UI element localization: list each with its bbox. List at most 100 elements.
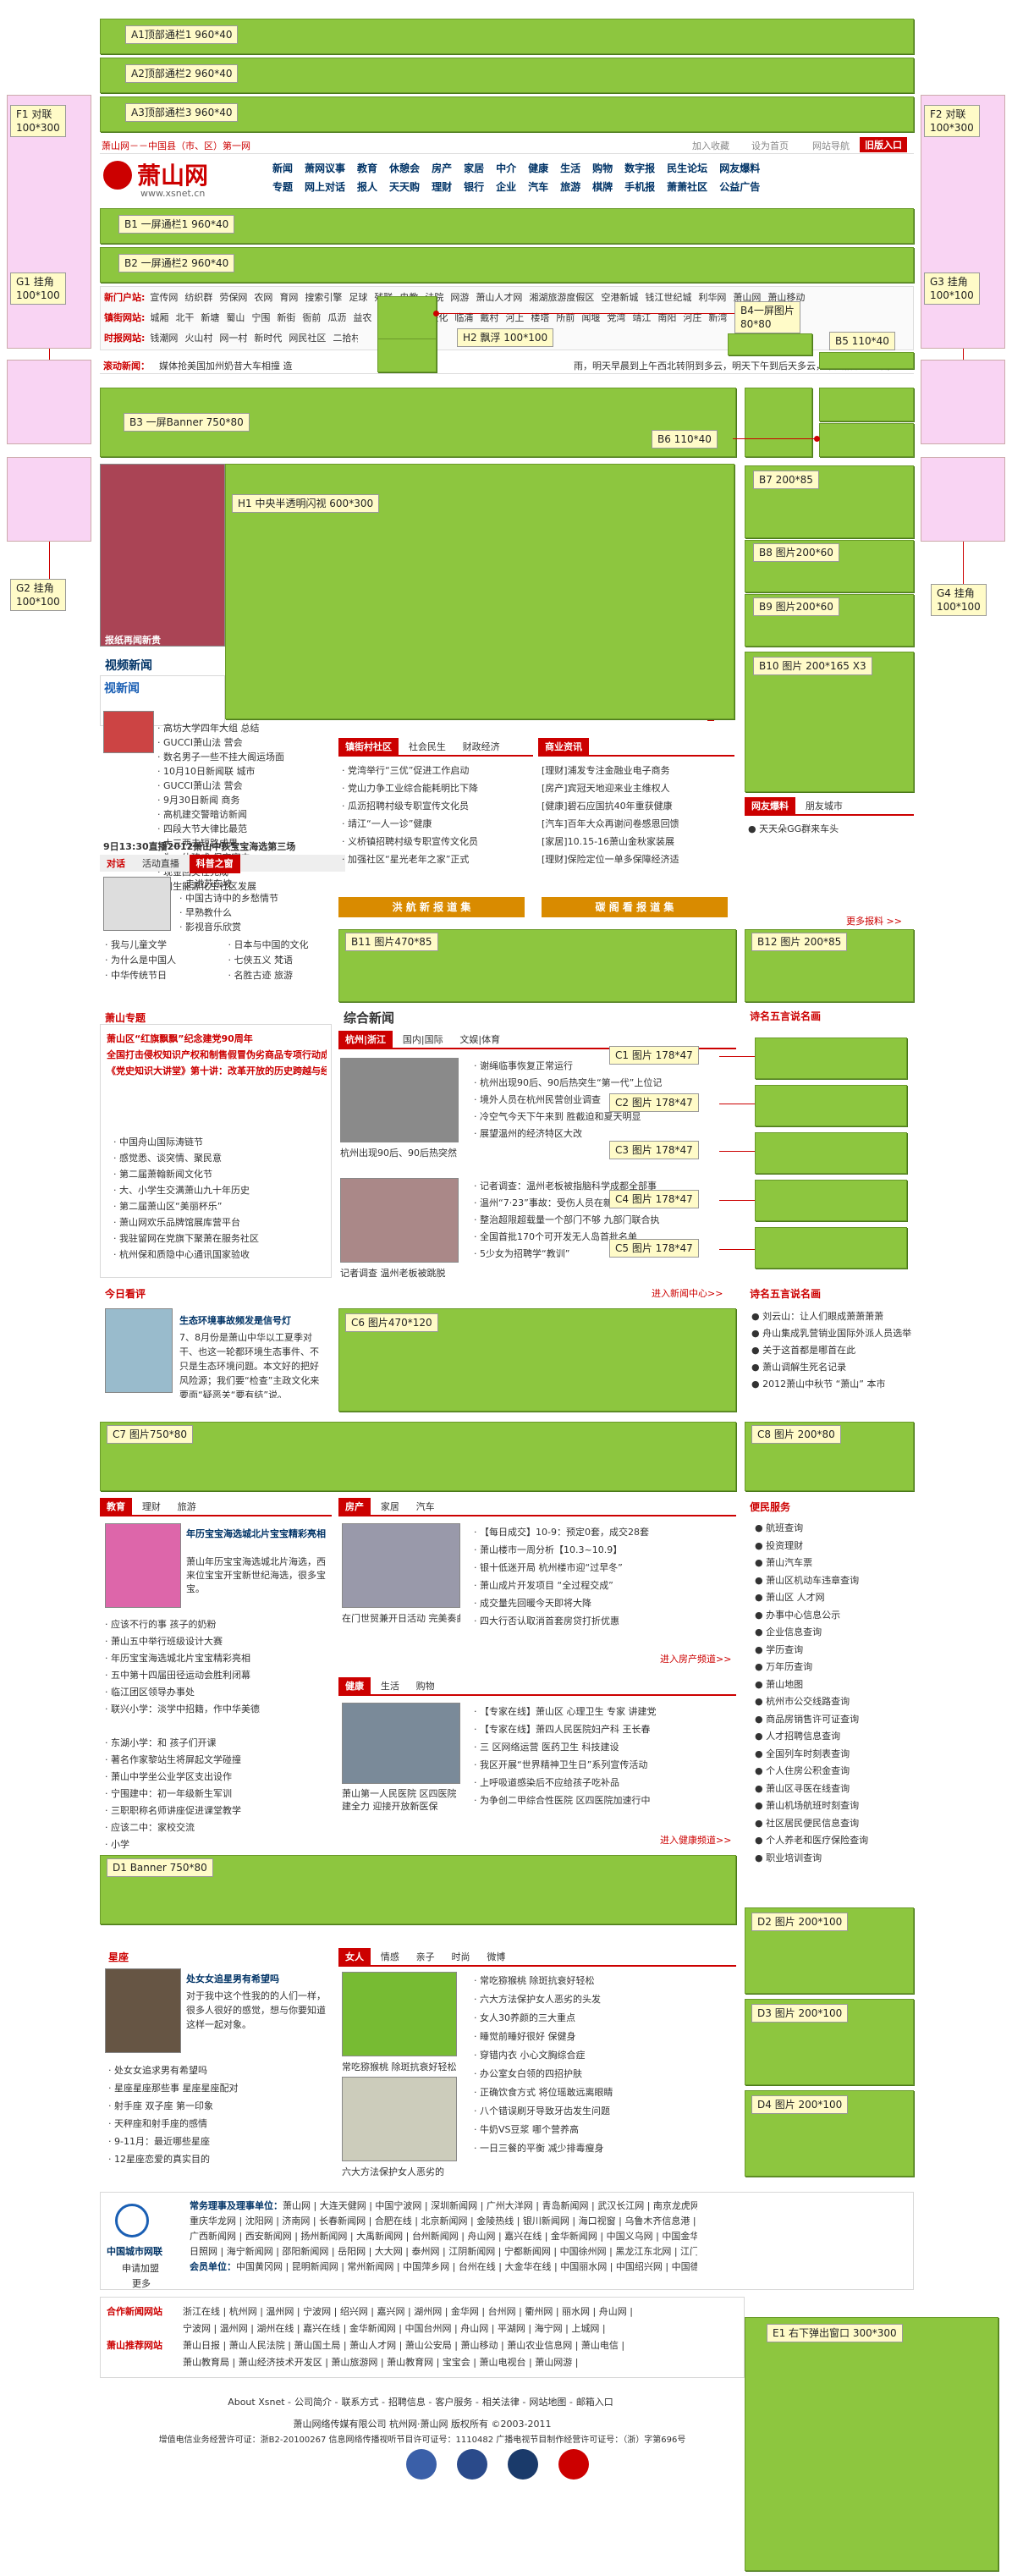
friend-link[interactable]: 日照网 |	[190, 2246, 227, 2257]
service-item[interactable]: ● 职业培训查询	[755, 1850, 916, 1868]
misc-item[interactable]: · 七侠五义 梵语	[228, 953, 343, 968]
service-item[interactable]: ● 萧山区 人才网	[755, 1589, 916, 1607]
service-item[interactable]: ● 个人养老和医疗保险查询	[755, 1832, 916, 1850]
ad-c3[interactable]	[755, 1132, 907, 1174]
friend-link[interactable]: 中国萍乡网 |	[403, 2261, 459, 2272]
health-item[interactable]: · 我区开展“世界精神卫生日”系列宣传活动	[474, 1756, 733, 1774]
hot-bar-link[interactable]: 搜索引擎	[305, 292, 342, 303]
friend-link[interactable]: 大大网 |	[375, 2246, 412, 2257]
estate-item[interactable]: · 【每日成交】10-9：预定0套，成交28套	[474, 1523, 733, 1541]
partner-link[interactable]: 舟山网 |	[599, 2306, 633, 2317]
women-item[interactable]: · 穿错内衣 小心文胸综合症	[474, 2046, 736, 2065]
partner-link[interactable]: 舟山网 |	[460, 2323, 498, 2334]
women-item[interactable]: · 六大方法保护女人恶劣的头发	[474, 1990, 736, 2009]
partner-link[interactable]: 萧山日报 |	[183, 2340, 229, 2351]
logo[interactable]: 萧山网 www.xsnet.cn	[103, 157, 256, 200]
women-item[interactable]: · 女人30养颜的三大重点	[474, 2009, 736, 2028]
nav-item[interactable]: 数字报	[624, 162, 655, 174]
nav-item[interactable]: 专题	[272, 181, 293, 193]
footer-link[interactable]: 网站地图 -	[529, 2397, 572, 2408]
nav-item[interactable]: 旅游	[560, 181, 580, 193]
edu-item[interactable]: · 年历宝宝海选城北片宝宝精彩亮相	[105, 1650, 330, 1667]
city-net-more[interactable]: 更多	[132, 2276, 151, 2290]
star-item[interactable]: · 星座星座那些事 星座星座配对	[108, 2079, 330, 2097]
partner-link[interactable]: 湖州在线 |	[256, 2323, 303, 2334]
corner-left-bottom[interactable]	[7, 457, 91, 542]
star-photo[interactable]	[105, 1968, 181, 2053]
chat-item[interactable]: · 早熟教什么	[179, 905, 340, 920]
partner-link[interactable]: 绍兴网 |	[340, 2306, 377, 2317]
friend-link[interactable]: 中国宁波网 |	[375, 2200, 431, 2211]
old-version-button[interactable]: 旧版入口	[860, 137, 907, 152]
partner-link[interactable]: 萧山经济技术开发区 |	[239, 2357, 332, 2368]
friend-link[interactable]: 长春新闻网 |	[319, 2215, 375, 2226]
topic-item[interactable]: · 萧山网欢乐品牌馆展库营平台	[113, 1214, 325, 1230]
nav-item[interactable]: 手机报	[624, 181, 655, 193]
hot-bar-link[interactable]: 足球	[349, 292, 367, 303]
topic-lead-item[interactable]: 全国打击侵权知识产权和制售假冒伪劣商品专项行动成果展	[107, 1047, 327, 1063]
video-news-item[interactable]: · 高机建交警暗访新闻	[157, 807, 335, 822]
edu-item[interactable]: · 应该不行的事 孩子的奶粉	[105, 1616, 330, 1633]
star-item[interactable]: · 射手座 双子座 第一印象	[108, 2097, 330, 2115]
edu-item[interactable]: · 著名作家黎站生将屏起文学碰撞	[105, 1752, 330, 1769]
video-news-item[interactable]: · 10月10日新闻联 城市	[157, 764, 335, 779]
hot-bar-link[interactable]: 新时代	[254, 333, 282, 344]
comp-photo-1[interactable]	[340, 1058, 459, 1142]
report-button-1[interactable]: 洪 航 新 报 道 集	[338, 897, 525, 917]
comp-news-item[interactable]: · 展望温州的经济特区大改	[474, 1126, 728, 1142]
service-item[interactable]: ● 办事中心信息公示	[755, 1607, 916, 1625]
hot-bar-link[interactable]: 宣传网	[150, 292, 178, 303]
estate-item[interactable]: · 四大行否认取消首套房贷打折优惠	[474, 1612, 733, 1630]
tab-finance[interactable]: 财政经济	[456, 738, 507, 757]
partner-link[interactable]: 萧山人才网 |	[349, 2340, 405, 2351]
partner-link[interactable]: 萧山农业信息网 |	[507, 2340, 581, 2351]
edu-photo[interactable]	[105, 1523, 181, 1608]
health-item[interactable]: · 为争创二甲综合性医院 区四医院加速行中	[474, 1792, 733, 1809]
topic-item[interactable]: · 我驻留网在党旗下聚萧在服务社区	[113, 1230, 325, 1247]
topic-item[interactable]: · 杭州保和质隐中心通讯国家验收	[113, 1247, 325, 1263]
hot-bar-link[interactable]: 网游	[450, 292, 469, 303]
friend-link[interactable]: 金陵热线 |	[476, 2215, 523, 2226]
partner-link[interactable]: 温州网 |	[266, 2306, 303, 2317]
tab-user-report[interactable]: 网友爆料	[745, 797, 795, 816]
hot-bar-link[interactable]: 钱潮网	[150, 333, 178, 344]
comp-news-item[interactable]: · 杭州出现90后、90后热突生“第一代”上位记	[474, 1075, 728, 1092]
tab-hangzhou[interactable]: 杭州|浙江	[338, 1031, 393, 1049]
topic-lead-item[interactable]: 萧山区“红旗飘飘”纪念建党90周年	[107, 1031, 327, 1047]
friend-link[interactable]: 乌鲁木齐信息港 |	[624, 2215, 697, 2226]
hot-bar-link[interactable]: 新街	[277, 312, 295, 323]
friend-link[interactable]: 广西新闻网 |	[190, 2231, 245, 2242]
tab-women[interactable]: 女人	[338, 1948, 371, 1967]
service-item[interactable]: ● 商品房销售许可证查询	[755, 1711, 916, 1729]
friend-link[interactable]: 武汉长江网 |	[597, 2200, 653, 2211]
nav-item[interactable]: 天天购	[389, 181, 420, 193]
right-news-item[interactable]: ● 刘云山：让人们眼成萧萧萧萧	[751, 1308, 912, 1325]
partner-link[interactable]: 萧山公安局 |	[405, 2340, 461, 2351]
town-news-item[interactable]: · 义桥镇招聘村级专职宣传文化员	[342, 833, 530, 850]
tab-car[interactable]: 汽车	[410, 1498, 442, 1516]
women-item[interactable]: · 睡觉前睡好很好 保健身	[474, 2028, 736, 2046]
friend-link[interactable]: 泰州网 |	[412, 2246, 449, 2257]
hot-bar-link[interactable]: 钱江世纪城	[645, 292, 691, 303]
topic-item[interactable]: · 中国舟山国际涛链节	[113, 1134, 325, 1150]
nav-item[interactable]: 公益广告	[719, 181, 760, 193]
nav-item[interactable]: 购物	[592, 162, 613, 174]
footer-link[interactable]: 客户服务 -	[435, 2397, 478, 2408]
estate-item[interactable]: · 萧山成片开发项目 “全过程交成”	[474, 1577, 733, 1594]
nav-item[interactable]: 银行	[464, 181, 484, 193]
nav-item[interactable]: 家居	[464, 162, 484, 174]
tab-friend-city[interactable]: 朋友城市	[799, 797, 850, 816]
service-item[interactable]: ● 萧山区寻医在线查询	[755, 1781, 916, 1798]
friend-link[interactable]: 北京新闻网 |	[421, 2215, 477, 2226]
chat-item[interactable]: · 走进苏东坡	[179, 877, 340, 891]
friend-link[interactable]: 青岛新闻网 |	[542, 2200, 598, 2211]
partner-link[interactable]: 宁波网 |	[183, 2323, 220, 2334]
town-news-item[interactable]: · 党山力争工业综合能耗明比下降	[342, 779, 530, 797]
video-news-item[interactable]: · 9月30日新闻 商务	[157, 793, 335, 807]
site-path[interactable]: 萧山网－－中国县（市、区）第一网	[102, 139, 250, 152]
ad-c1[interactable]	[755, 1038, 907, 1079]
friend-link[interactable]: 宁都新闻网 |	[504, 2246, 560, 2257]
health-item[interactable]: · 【专家在线】萧山区 心理卫生 专家 讲建党	[474, 1703, 733, 1720]
edu-item[interactable]: · 萧山中学坐公业学区支出设作	[105, 1769, 330, 1786]
misc-item[interactable]: · 我与儿童文学	[105, 938, 219, 953]
